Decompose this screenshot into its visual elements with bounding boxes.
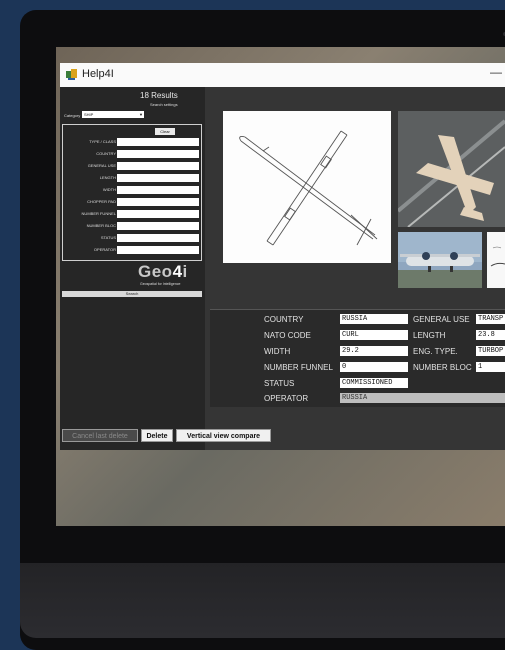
ground-aircraft-image (398, 232, 482, 288)
profile-aircraft-image (490, 246, 505, 267)
logo-four: 4 (172, 262, 183, 281)
length-label: LENGTH (413, 331, 446, 340)
eng-type-label: ENG. TYPE. (413, 347, 458, 356)
width-input[interactable] (117, 186, 199, 194)
logo-geo: Geo (138, 262, 173, 281)
field-label: OPERATOR (93, 247, 116, 252)
nato-code-value: CURL (340, 330, 408, 340)
ground-photo-thumbnail[interactable] (398, 232, 482, 288)
desktop-screen: Help4I — 18 Results Search settings Cate… (56, 47, 505, 526)
field-label: GENERAL USE (87, 163, 116, 168)
field-row: LENGTH (63, 173, 201, 182)
status-value: COMMISSIONED (340, 378, 408, 388)
aerial-aircraft-image (398, 119, 505, 227)
country-input[interactable] (117, 150, 199, 158)
field-label: NUMBER BLOC (86, 223, 116, 228)
operator-input[interactable] (117, 246, 199, 254)
general-use-label: GENERAL USE (413, 315, 470, 324)
aircraft-line-drawing (239, 130, 378, 246)
field-row: CHOPPER PAD (63, 197, 201, 206)
results-panel (62, 300, 202, 420)
field-row: NUMBER BLOC (63, 221, 201, 230)
window-title: Help4I (82, 68, 114, 80)
status-input[interactable] (117, 234, 199, 242)
number-funnel-label: NUMBER FUNNEL (264, 363, 333, 372)
field-label: STATUS (100, 235, 116, 240)
field-row: TYPE / CLASS (63, 137, 201, 146)
category-select[interactable]: SHIP ▼ (82, 111, 144, 118)
field-row: STATUS (63, 233, 201, 242)
search-form: Clear TYPE / CLASS COUNTRY GENERAL USE L… (62, 124, 202, 261)
chevron-down-icon: ▼ (139, 112, 143, 117)
details-panel: COUNTRY RUSSIA GENERAL USE TRANSP NATO C… (210, 309, 505, 407)
delete-button[interactable]: Delete (141, 429, 173, 442)
vertical-view-compare-button[interactable]: Vertical view compare (176, 429, 271, 442)
aircraft-drawing[interactable] (223, 111, 391, 263)
nato-code-label: NATO CODE (264, 331, 311, 340)
logo-i: i (182, 262, 188, 281)
number-funnel-value: 0 (340, 362, 408, 372)
field-label: TYPE / CLASS (89, 139, 116, 144)
aerial-photo[interactable] (398, 111, 505, 227)
country-label: COUNTRY (264, 315, 304, 324)
logo-tagline: Geospatial for Intelligence (140, 282, 181, 286)
width-value: 29.2 (340, 346, 408, 356)
field-row: WIDTH (63, 185, 201, 194)
general-use-value: TRANSP (476, 314, 505, 324)
length-input[interactable] (117, 174, 199, 182)
search-button[interactable]: Search (62, 291, 202, 297)
minimize-button[interactable]: — (490, 65, 502, 79)
cancel-last-delete-button[interactable]: Cancel last delete (62, 429, 138, 442)
field-label: NUMBER FUNNEL (81, 211, 116, 216)
number-bloc-value: 1 (476, 362, 505, 372)
app-window: Help4I — 18 Results Search settings Cate… (60, 63, 505, 450)
field-row: COUNTRY (63, 149, 201, 158)
clear-button[interactable]: Clear (155, 128, 175, 135)
search-settings-link[interactable]: Search settings (150, 102, 178, 107)
field-label: WIDTH (102, 187, 116, 192)
type-class-input[interactable] (117, 138, 199, 146)
field-row: OPERATOR (63, 245, 201, 254)
length-value: 23.8 (476, 330, 505, 340)
eng-type-value: TURBOP (476, 346, 505, 356)
field-label: CHOPPER PAD (87, 199, 116, 204)
field-label: COUNTRY (96, 151, 116, 156)
profile-thumbnail[interactable] (487, 232, 505, 288)
number-bloc-label: NUMBER BLOC (413, 363, 472, 372)
chopper-pad-input[interactable] (117, 198, 199, 206)
field-row: NUMBER FUNNEL (63, 209, 201, 218)
width-label: WIDTH (264, 347, 291, 356)
number-bloc-input[interactable] (117, 222, 199, 230)
operator-label: OPERATOR (264, 394, 309, 403)
title-bar: Help4I — (60, 63, 505, 87)
search-sidebar: 18 Results Search settings Category SHIP… (60, 87, 205, 450)
field-label: LENGTH (99, 175, 116, 180)
general-use-input[interactable] (117, 162, 199, 170)
field-row: GENERAL USE (63, 161, 201, 170)
app-logo-icon (66, 69, 77, 80)
operator-value: RUSSIA (340, 393, 505, 403)
results-count: 18 Results (140, 91, 178, 100)
status-label: STATUS (264, 379, 295, 388)
geo4i-logo: Geo4i Geospatial for Intelligence (138, 262, 188, 286)
number-funnel-input[interactable] (117, 210, 199, 218)
monitor-chin (20, 563, 505, 638)
country-value: RUSSIA (340, 314, 408, 324)
category-label: Category (64, 113, 81, 118)
category-value: SHIP (84, 112, 94, 117)
